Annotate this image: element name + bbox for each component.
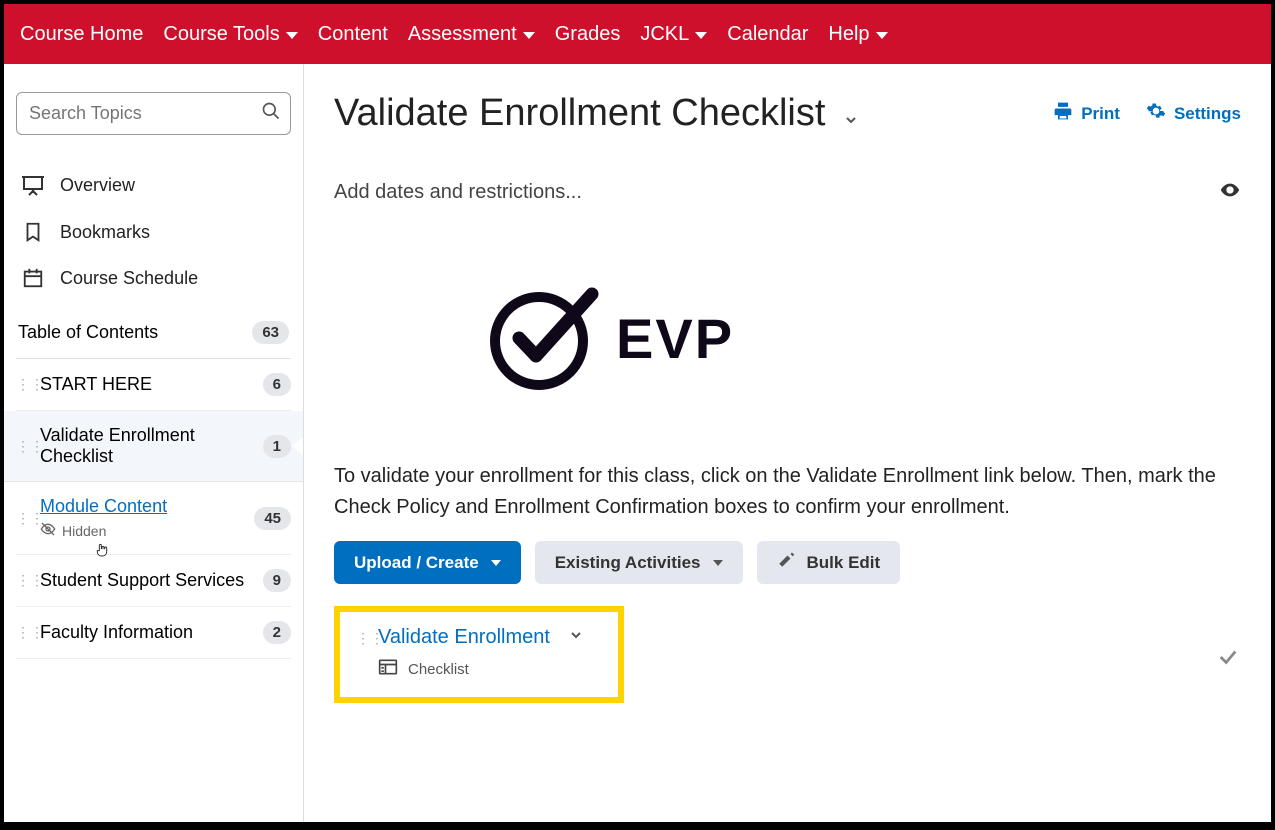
print-icon bbox=[1053, 101, 1073, 126]
print-label: Print bbox=[1081, 104, 1120, 124]
completion-check-icon[interactable] bbox=[1217, 636, 1241, 674]
nav-course-tools[interactable]: Course Tools bbox=[153, 4, 307, 64]
checkmark-circle-icon bbox=[484, 276, 604, 401]
toc-label: Table of Contents bbox=[18, 322, 158, 343]
toc-item-start-here[interactable]: ⋮⋮ START HERE 6 bbox=[16, 359, 291, 411]
sidebar-overview[interactable]: Overview bbox=[16, 161, 291, 209]
evp-logo-area: EVP bbox=[334, 216, 1241, 461]
nav-course-home[interactable]: Course Home bbox=[10, 4, 153, 64]
toc-item-module-content[interactable]: ⋮⋮ Module Content Hidden 45 bbox=[16, 482, 291, 555]
nav-grades[interactable]: Grades bbox=[545, 4, 631, 64]
checklist-item-type: Checklist bbox=[408, 661, 469, 678]
sidebar-bookmarks-label: Bookmarks bbox=[60, 222, 150, 243]
sidebar-schedule-label: Course Schedule bbox=[60, 268, 198, 289]
chevron-down-icon bbox=[695, 32, 707, 39]
existing-activities-button[interactable]: Existing Activities bbox=[535, 541, 743, 584]
search-icon[interactable] bbox=[261, 101, 281, 126]
search-input[interactable] bbox=[29, 103, 261, 124]
checklist-icon bbox=[378, 657, 398, 681]
sidebar-overview-label: Overview bbox=[60, 175, 135, 196]
drag-handle-icon[interactable]: ⋮⋮ bbox=[16, 510, 40, 527]
nav-calendar[interactable]: Calendar bbox=[717, 4, 818, 64]
drag-handle-icon[interactable]: ⋮⋮ bbox=[16, 438, 40, 455]
toc-item-validate-enrollment[interactable]: ⋮⋮ Validate Enrollment Checklist 1 bbox=[4, 411, 303, 482]
chevron-down-icon bbox=[523, 32, 535, 39]
bulk-edit-button[interactable]: Bulk Edit bbox=[757, 541, 901, 584]
toc-item-label: Faculty Information bbox=[40, 622, 263, 643]
drag-handle-icon[interactable]: ⋮⋮ bbox=[16, 624, 40, 641]
toc-item-count: 6 bbox=[263, 373, 291, 396]
settings-label: Settings bbox=[1174, 104, 1241, 124]
presentation-icon bbox=[20, 173, 46, 197]
top-navbar: Course Home Course Tools Content Assessm… bbox=[4, 4, 1271, 64]
nav-content[interactable]: Content bbox=[308, 4, 398, 64]
chevron-down-icon bbox=[491, 560, 501, 566]
existing-activities-label: Existing Activities bbox=[555, 553, 701, 573]
chevron-down-icon[interactable] bbox=[568, 627, 584, 648]
evp-logo-text: EVP bbox=[616, 306, 734, 371]
gear-icon bbox=[1146, 101, 1166, 126]
highlighted-checklist-item: ⋮⋮ Validate Enrollment bbox=[334, 606, 624, 703]
hidden-label: Hidden bbox=[62, 523, 106, 539]
toc-item-count: 1 bbox=[263, 435, 291, 458]
sidebar-bookmarks[interactable]: Bookmarks bbox=[16, 209, 291, 255]
nav-help[interactable]: Help bbox=[818, 4, 897, 64]
upload-create-label: Upload / Create bbox=[354, 553, 479, 573]
module-description: To validate your enrollment for this cla… bbox=[334, 461, 1241, 523]
chevron-down-icon bbox=[286, 32, 298, 39]
hidden-icon bbox=[40, 521, 56, 540]
bulk-edit-label: Bulk Edit bbox=[807, 553, 881, 573]
calendar-icon bbox=[20, 267, 46, 289]
edit-icon bbox=[777, 551, 795, 574]
toc-item-student-support[interactable]: ⋮⋮ Student Support Services 9 bbox=[16, 555, 291, 607]
title-dropdown-icon[interactable] bbox=[843, 112, 859, 133]
settings-button[interactable]: Settings bbox=[1146, 101, 1241, 126]
drag-handle-icon[interactable]: ⋮⋮ bbox=[16, 376, 40, 393]
nav-assessment[interactable]: Assessment bbox=[398, 4, 545, 64]
toc-item-label: Validate Enrollment Checklist bbox=[40, 425, 263, 467]
page-title: Validate Enrollment Checklist bbox=[334, 92, 825, 135]
chevron-down-icon bbox=[876, 32, 888, 39]
toc-count-badge: 63 bbox=[252, 321, 289, 344]
visibility-icon[interactable] bbox=[1219, 179, 1241, 206]
nav-jckl[interactable]: JCKL bbox=[630, 4, 717, 64]
toc-item-label: START HERE bbox=[40, 374, 263, 395]
drag-handle-icon[interactable]: ⋮⋮ bbox=[16, 572, 40, 589]
toc-header[interactable]: Table of Contents 63 bbox=[16, 301, 291, 359]
checklist-item-title[interactable]: Validate Enrollment bbox=[378, 626, 550, 649]
add-dates-restrictions[interactable]: Add dates and restrictions... bbox=[334, 181, 582, 204]
main-content: Validate Enrollment Checklist Print Sett… bbox=[304, 64, 1271, 822]
print-button[interactable]: Print bbox=[1053, 101, 1120, 126]
sidebar-schedule[interactable]: Course Schedule bbox=[16, 255, 291, 301]
toc-item-faculty-info[interactable]: ⋮⋮ Faculty Information 2 bbox=[16, 607, 291, 659]
toc-item-label: Student Support Services bbox=[40, 570, 263, 591]
toc-item-count: 9 bbox=[263, 569, 291, 592]
drag-handle-icon[interactable]: ⋮⋮ bbox=[356, 626, 378, 647]
upload-create-button[interactable]: Upload / Create bbox=[334, 541, 521, 584]
search-input-wrap[interactable] bbox=[16, 92, 291, 135]
bookmark-icon bbox=[20, 221, 46, 243]
chevron-down-icon bbox=[713, 560, 723, 566]
toc-item-count: 2 bbox=[263, 621, 291, 644]
toc-item-count: 45 bbox=[254, 507, 291, 530]
content-sidebar: Overview Bookmarks Course Schedule Table… bbox=[4, 64, 304, 822]
toc-item-label[interactable]: Module Content bbox=[40, 496, 167, 516]
